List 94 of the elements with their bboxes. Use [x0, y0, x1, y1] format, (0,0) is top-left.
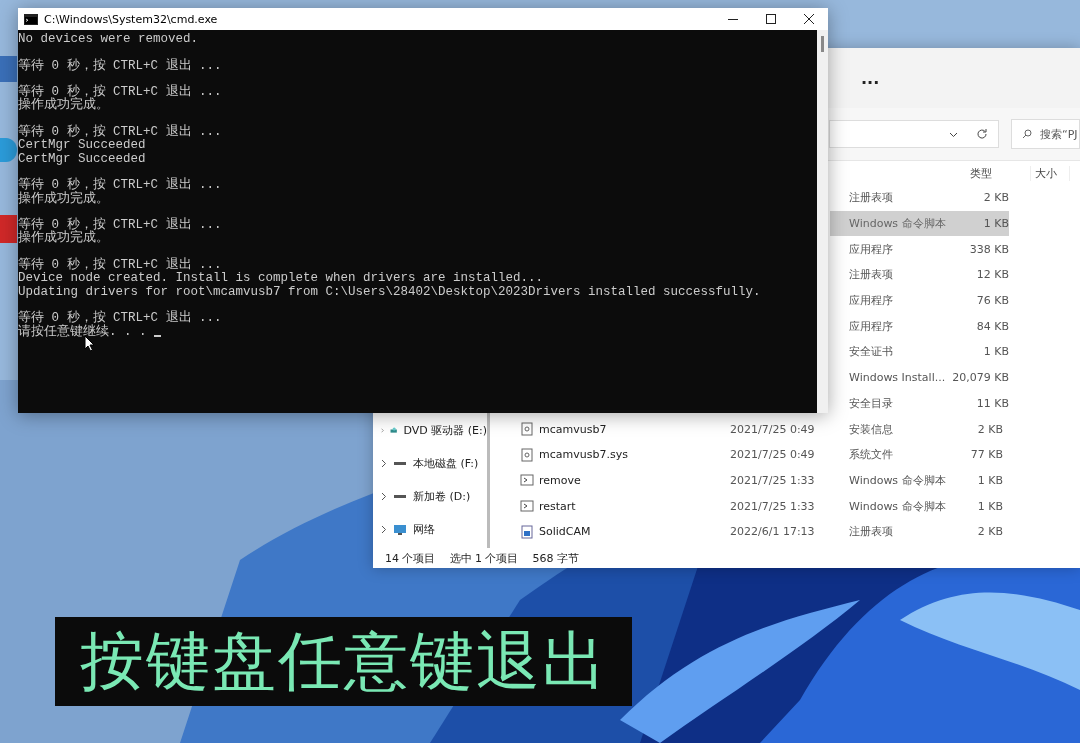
maximize-icon [766, 14, 776, 24]
nav-item[interactable]: 网络 [373, 515, 487, 543]
file-row[interactable]: 注册表项 12 KB [830, 262, 1009, 288]
file-type: 注册表项 [849, 190, 894, 206]
file-type: 安装信息 [849, 421, 894, 437]
file-name: mcamvusb7 [539, 422, 607, 436]
file-size: 1 KB [976, 499, 1003, 513]
file-size: 20,079 KB [951, 371, 1009, 385]
file-size: 338 KB [968, 242, 1009, 256]
drive-icon [394, 494, 406, 498]
minimize-icon [728, 18, 738, 20]
file-size: 1 KB [982, 345, 1009, 359]
file-row[interactable]: mcamvusb7.sys 2021/7/25 0:49 系统文件 77 KB [490, 441, 1003, 468]
file-size: 76 KB [975, 294, 1009, 308]
file-row[interactable]: remove 2021/7/25 1:33 Windows 命令脚本 1 KB [490, 467, 1003, 494]
file-row[interactable]: Windows Install... 20,079 KB [830, 364, 1009, 391]
file-row[interactable]: restart 2021/7/25 1:33 Windows 命令脚本 1 KB [490, 493, 1003, 519]
file-row[interactable]: SolidCAM 2022/6/1 17:13 注册表项 2 KB [490, 518, 1003, 545]
file-date: 2021/7/25 1:33 [730, 473, 816, 487]
column-header[interactable]: 类型 [970, 165, 1031, 181]
file-row[interactable]: 应用程序 84 KB [830, 313, 1009, 340]
file-size: 2 KB [976, 525, 1003, 539]
file-size: 2 KB [982, 191, 1009, 205]
file-type: 系统文件 [849, 447, 894, 463]
nav-item[interactable]: DVD 驱动器 (E:) [373, 416, 487, 444]
script-file-icon [520, 499, 534, 514]
file-type: 注册表项 [849, 267, 894, 283]
status-text: 选中 1 个项目 [449, 550, 519, 566]
nav-item[interactable]: 本地磁盘 (F:) [373, 449, 487, 477]
file-row[interactable]: 安全目录 11 KB [830, 390, 1009, 417]
file-type: 应用程序 [849, 293, 894, 309]
expand-chevron-icon[interactable] [381, 524, 387, 534]
console-line: 等待 0 秒，按 CTRL+C 退出 ... [18, 259, 222, 273]
expand-chevron-icon[interactable] [381, 491, 387, 501]
file-size: 1 KB [976, 473, 1003, 487]
nav-item[interactable]: 新加卷 (D:) [373, 482, 487, 510]
file-row[interactable]: mcamvusb7 2021/7/25 0:49 安装信息 2 KB [490, 416, 1003, 442]
file-type: 安全证书 [849, 344, 894, 360]
file-type: 应用程序 [849, 241, 894, 257]
file-type: 注册表项 [849, 524, 894, 540]
file-size: 11 KB [975, 396, 1009, 410]
file-size: 77 KB [969, 448, 1003, 462]
file-type: 应用程序 [849, 318, 894, 334]
file-type: Windows 命令脚本 [849, 216, 947, 232]
expand-chevron-icon[interactable] [381, 458, 387, 468]
file-row[interactable]: 注册表项 2 KB [830, 185, 1009, 211]
scrollbar-thumb[interactable] [821, 36, 824, 52]
status-text: 568 字节 [532, 550, 579, 566]
mouse-pointer-icon [84, 335, 95, 352]
column-header[interactable]: 大小 [1030, 165, 1070, 181]
script-file-icon [520, 473, 534, 488]
drive-icon [394, 461, 406, 465]
file-name: SolidCAM [539, 525, 591, 539]
window-title: C:\Windows\System32\cmd.exe [44, 12, 219, 26]
console-line: CertMgr Succeeded [18, 152, 146, 166]
file-row[interactable]: 应用程序 76 KB [830, 287, 1009, 314]
refresh-icon[interactable] [976, 128, 988, 140]
file-date: 2021/7/25 0:49 [730, 422, 816, 436]
file-row[interactable]: Windows 命令脚本 1 KB [830, 210, 1009, 237]
more-button[interactable]: ... [855, 66, 886, 90]
file-type: Windows Install... [849, 371, 947, 385]
file-type: 安全目录 [849, 395, 894, 411]
console-app-icon [24, 13, 38, 25]
console-line: 等待 0 秒，按 CTRL+C 退出 ... [18, 59, 222, 73]
file-name: remove [539, 473, 581, 487]
file-date: 2022/6/1 17:13 [730, 525, 816, 539]
network-icon [393, 522, 407, 536]
settings-file-icon [520, 447, 534, 462]
console-line: 请按任意键继续. . . [18, 325, 148, 339]
file-size: 1 KB [982, 217, 1009, 231]
console-line: 等待 0 秒，按 CTRL+C 退出 ... [18, 126, 222, 140]
file-size: 2 KB [976, 422, 1003, 436]
console-line: No devices were removed. [18, 33, 199, 47]
subtitle-text: 按键盘任意键退出 [79, 623, 608, 700]
file-row[interactable]: 安全证书 1 KB [830, 339, 1009, 365]
file-date: 2021/7/25 1:33 [730, 499, 816, 513]
registry-file-icon [520, 524, 534, 539]
text-cursor [154, 334, 161, 337]
file-row[interactable]: 应用程序 338 KB [830, 236, 1009, 263]
search-field[interactable]: 搜索“PJ [1011, 119, 1080, 149]
console-line: Device node created. Install is complete when drivers are installed... [18, 272, 544, 286]
file-name: restart [539, 499, 576, 513]
file-size: 12 KB [975, 268, 1009, 282]
console-line: CertMgr Succeeded [18, 139, 146, 153]
file-name: mcamvusb7.sys [539, 448, 628, 462]
console-line: Updating drivers for root\mcamvusb7 from C:\Users\28402\Desktop\2023Drivers installed successfully. [18, 285, 761, 299]
status-text: 14 个项目 [385, 550, 436, 566]
close-icon [804, 14, 814, 24]
settings-file-icon [520, 422, 534, 437]
file-size: 84 KB [975, 319, 1009, 333]
file-type: Windows 命令脚本 [849, 472, 947, 488]
file-type: Windows 命令脚本 [849, 498, 947, 514]
file-date: 2021/7/25 0:49 [730, 448, 816, 462]
search-icon [1022, 129, 1032, 139]
